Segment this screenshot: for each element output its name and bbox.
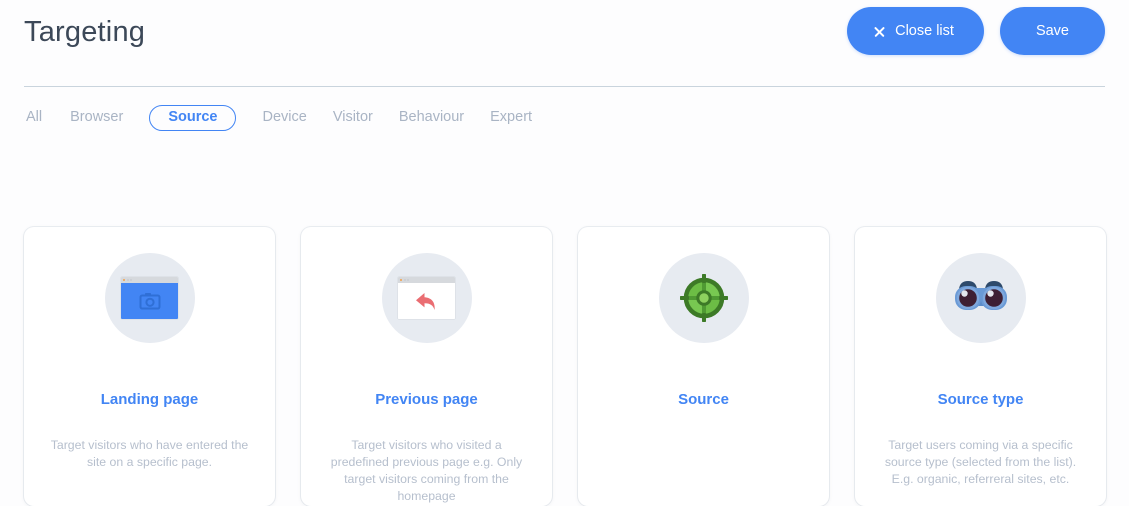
card-source[interactable]: Source xyxy=(578,227,829,506)
card-source-type[interactable]: Source type Target users coming via a sp… xyxy=(855,227,1106,506)
tab-expert[interactable]: Expert xyxy=(490,104,558,131)
page-header: Targeting Close list Save xyxy=(0,0,1129,82)
category-tabs: All Browser Source Device Visitor Behavi… xyxy=(24,104,558,131)
card-title: Source xyxy=(678,391,729,408)
tab-device[interactable]: Device xyxy=(262,104,332,131)
tab-visitor[interactable]: Visitor xyxy=(333,104,399,131)
header-actions: Close list Save xyxy=(847,7,1105,55)
crosshair-target-icon xyxy=(658,253,749,343)
card-description: Target visitors who have entered the sit… xyxy=(50,438,249,469)
card-landing-page[interactable]: Landing page Target visitors who have en… xyxy=(24,227,275,506)
browser-window-image-icon xyxy=(104,253,195,343)
browser-window-back-arrow-icon xyxy=(381,253,472,343)
page-title: Targeting xyxy=(24,16,146,48)
close-icon xyxy=(873,25,886,38)
targeting-option-cards: Landing page Target visitors who have en… xyxy=(24,227,1106,506)
close-list-button[interactable]: Close list xyxy=(847,7,984,55)
card-description: Target visitors who visited a predefined… xyxy=(330,438,523,503)
binoculars-icon xyxy=(935,253,1026,343)
tab-source[interactable]: Source xyxy=(149,104,237,131)
targeting-page: Targeting Close list Save All Browser So… xyxy=(0,0,1129,506)
card-previous-page[interactable]: Previous page Target visitors who visite… xyxy=(301,227,552,506)
card-title: Previous page xyxy=(375,391,478,408)
save-button-label: Save xyxy=(1035,23,1069,39)
tab-all[interactable]: All xyxy=(24,104,70,131)
card-title: Landing page xyxy=(100,391,199,408)
tab-behaviour[interactable]: Behaviour xyxy=(399,104,490,131)
card-title: Source type xyxy=(937,391,1024,408)
save-button[interactable]: Save xyxy=(999,7,1105,55)
tab-browser[interactable]: Browser xyxy=(70,104,149,131)
header-divider xyxy=(24,86,1105,87)
close-list-button-label: Close list xyxy=(895,23,954,39)
card-description: Target users coming via a specific sourc… xyxy=(884,438,1077,486)
